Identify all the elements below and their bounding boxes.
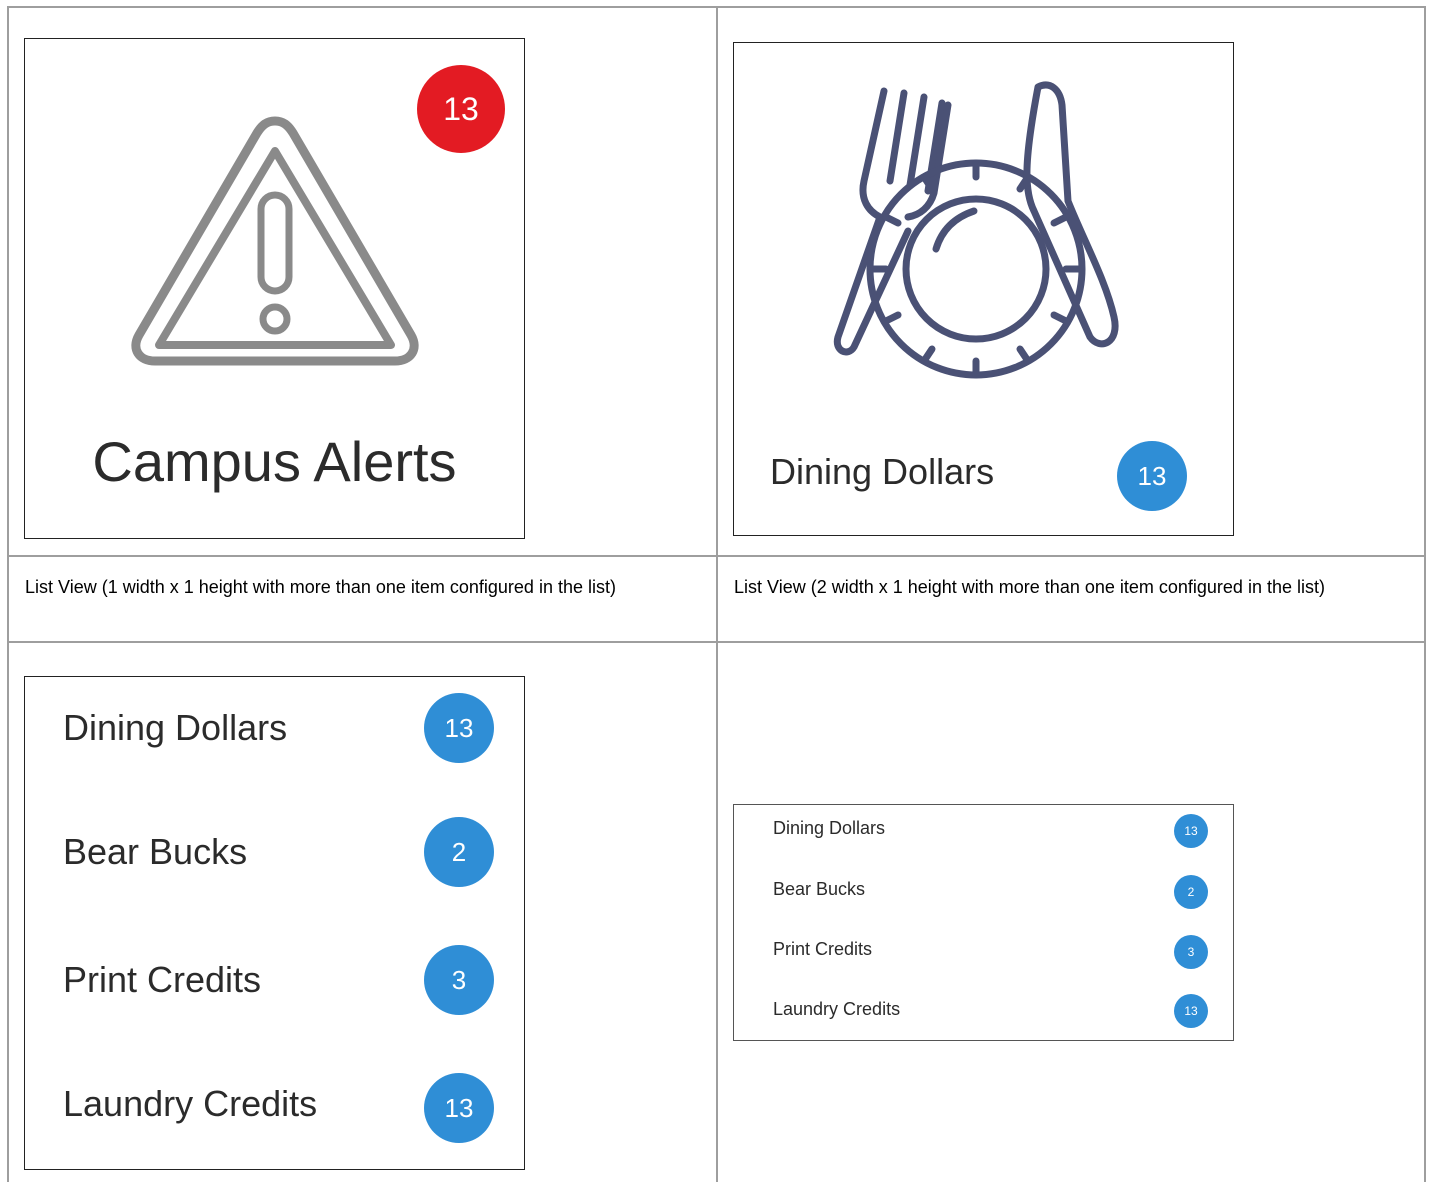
list-item-label: Print Credits	[63, 959, 262, 1000]
caption-list-view-1x1: List View (1 width x 1 height with more …	[25, 577, 616, 597]
fork-plate-knife-icon	[833, 81, 1119, 379]
list-item-label: Bear Bucks	[63, 831, 248, 872]
list-item[interactable]: Dining Dollars 13	[25, 677, 524, 795]
list-item[interactable]: Bear Bucks 2	[25, 795, 524, 921]
list-item-badge: 2	[1174, 875, 1208, 909]
list-tile-large[interactable]: Dining Dollars 13 Bear Bucks 2 Print Cre…	[24, 676, 525, 1170]
list-item[interactable]: Dining Dollars 13	[734, 805, 1233, 861]
table-border-left	[7, 6, 9, 1182]
list-item-label: Laundry Credits	[63, 1083, 318, 1124]
list-item[interactable]: Laundry Credits 13	[25, 1047, 524, 1169]
list-item-label: Dining Dollars	[63, 707, 288, 748]
table-row-divider-2	[7, 641, 1426, 643]
list-item-label: Laundry Credits	[773, 999, 901, 1019]
warning-triangle-icon	[131, 116, 419, 366]
list-item-label: Print Credits	[773, 939, 873, 959]
campus-alerts-badge: 13	[417, 65, 505, 153]
list-item-badge: 3	[424, 945, 494, 1015]
list-item-badge: 13	[424, 1073, 494, 1143]
list-item[interactable]: Print Credits 3	[734, 922, 1233, 982]
list-item-badge: 3	[1174, 935, 1208, 969]
list-item-label: Dining Dollars	[773, 818, 886, 838]
caption-list-view-2x1: List View (2 width x 1 height with more …	[734, 577, 1325, 597]
dining-dollars-tile[interactable]: Dining Dollars 13	[733, 42, 1234, 536]
list-item[interactable]: Bear Bucks 2	[734, 861, 1233, 922]
list-tile-small[interactable]: Dining Dollars 13 Bear Bucks 2 Print Cre…	[733, 804, 1234, 1041]
list-item-badge: 13	[424, 693, 494, 763]
table-row-divider-1	[7, 555, 1426, 557]
list-item[interactable]: Laundry Credits 13	[734, 982, 1233, 1040]
dining-dollars-badge: 13	[1117, 441, 1187, 511]
table-border-middle	[716, 6, 718, 1182]
list-item-badge: 2	[424, 817, 494, 887]
campus-alerts-tile[interactable]: 13 Campus Alerts	[24, 38, 525, 539]
list-item-badge: 13	[1174, 994, 1208, 1028]
table-border-right	[1424, 6, 1426, 1182]
dining-dollars-label: Dining Dollars	[770, 451, 995, 492]
list-item-label: Bear Bucks	[773, 879, 866, 899]
list-item-badge: 13	[1174, 814, 1208, 848]
list-item[interactable]: Print Credits 3	[25, 921, 524, 1047]
campus-alerts-label: Campus Alerts	[92, 430, 457, 493]
